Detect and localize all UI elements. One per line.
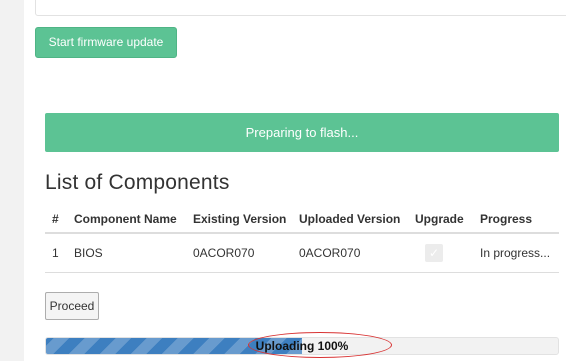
table-header-row: # Component Name Existing Version Upload…: [45, 205, 559, 234]
upload-progress-bar: Uploading 100%: [45, 337, 559, 355]
proceed-button[interactable]: Proceed: [45, 292, 99, 320]
column-header-progress: Progress: [473, 205, 559, 234]
row-existing-version: 0ACOR070: [186, 233, 292, 273]
row-progress: In progress...: [473, 233, 559, 273]
row-upgrade-cell: ✓: [408, 233, 473, 273]
components-title: List of Components: [45, 171, 230, 194]
left-gutter: [0, 0, 24, 361]
column-header-upgrade: Upgrade: [408, 205, 473, 234]
column-header-uploaded-version: Uploaded Version: [292, 205, 408, 234]
row-index: 1: [45, 233, 67, 273]
row-component-name: BIOS: [67, 233, 186, 273]
table-row: 1 BIOS 0ACOR070 0ACOR070 ✓ In progress..…: [45, 233, 559, 273]
upgrade-checkbox[interactable]: ✓: [425, 244, 443, 262]
row-uploaded-version: 0ACOR070: [292, 233, 408, 273]
column-header-index: #: [45, 205, 67, 234]
upload-progress-label: Uploading 100%: [255, 339, 349, 353]
check-icon: ✓: [428, 246, 440, 260]
flash-status-banner: Preparing to flash...: [45, 113, 559, 152]
start-firmware-update-button[interactable]: Start firmware update: [35, 27, 177, 58]
top-panel: [35, 0, 566, 16]
components-table: # Component Name Existing Version Upload…: [45, 205, 559, 273]
column-header-name: Component Name: [67, 205, 186, 234]
column-header-existing-version: Existing Version: [186, 205, 292, 234]
